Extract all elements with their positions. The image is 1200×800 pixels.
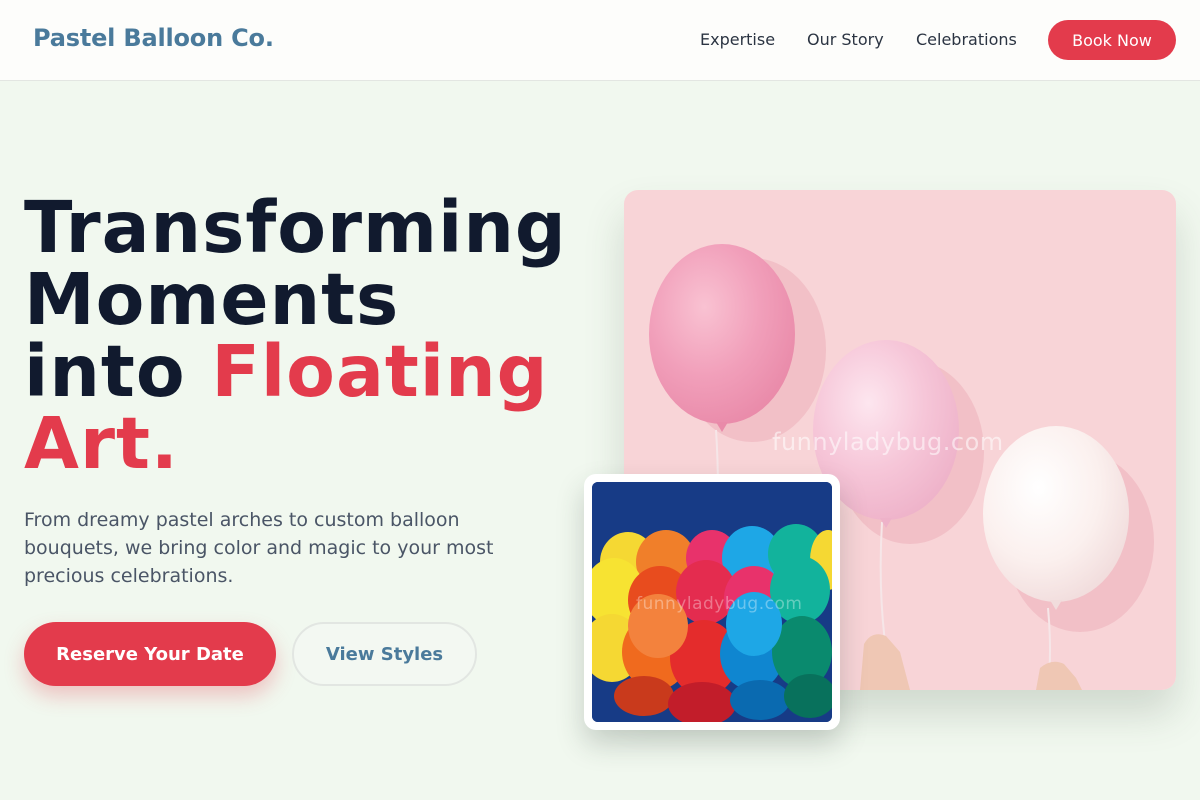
hero-headline: Transforming Moments into Floating Art.: [24, 192, 604, 480]
headline-accent-floating: Floating: [211, 330, 549, 413]
book-now-button[interactable]: Book Now: [1048, 20, 1176, 60]
small-photo-watermark: funnyladybug.com: [636, 594, 803, 614]
headline-line-3: into: [24, 330, 212, 413]
site-header: Pastel Balloon Co. Expertise Our Story C…: [0, 0, 1200, 81]
headline-line-2: Moments: [24, 258, 400, 341]
nav-link-expertise[interactable]: Expertise: [700, 30, 775, 49]
colorful-balloons-card: funnyladybug.com: [584, 474, 840, 730]
nav-link-our-story[interactable]: Our Story: [807, 30, 884, 49]
view-styles-button[interactable]: View Styles: [292, 622, 477, 686]
main-photo-watermark: funnyladybug.com: [772, 428, 1004, 456]
reserve-date-button[interactable]: Reserve Your Date: [24, 622, 276, 686]
nav-link-celebrations[interactable]: Celebrations: [916, 30, 1017, 49]
hero-description: From dreamy pastel arches to custom ball…: [24, 509, 494, 587]
brand-logo[interactable]: Pastel Balloon Co.: [33, 24, 274, 52]
colorful-balloons-photo: funnyladybug.com: [592, 482, 832, 722]
headline-line-1: Transforming: [24, 186, 567, 269]
headline-accent-art: Art.: [24, 402, 179, 485]
